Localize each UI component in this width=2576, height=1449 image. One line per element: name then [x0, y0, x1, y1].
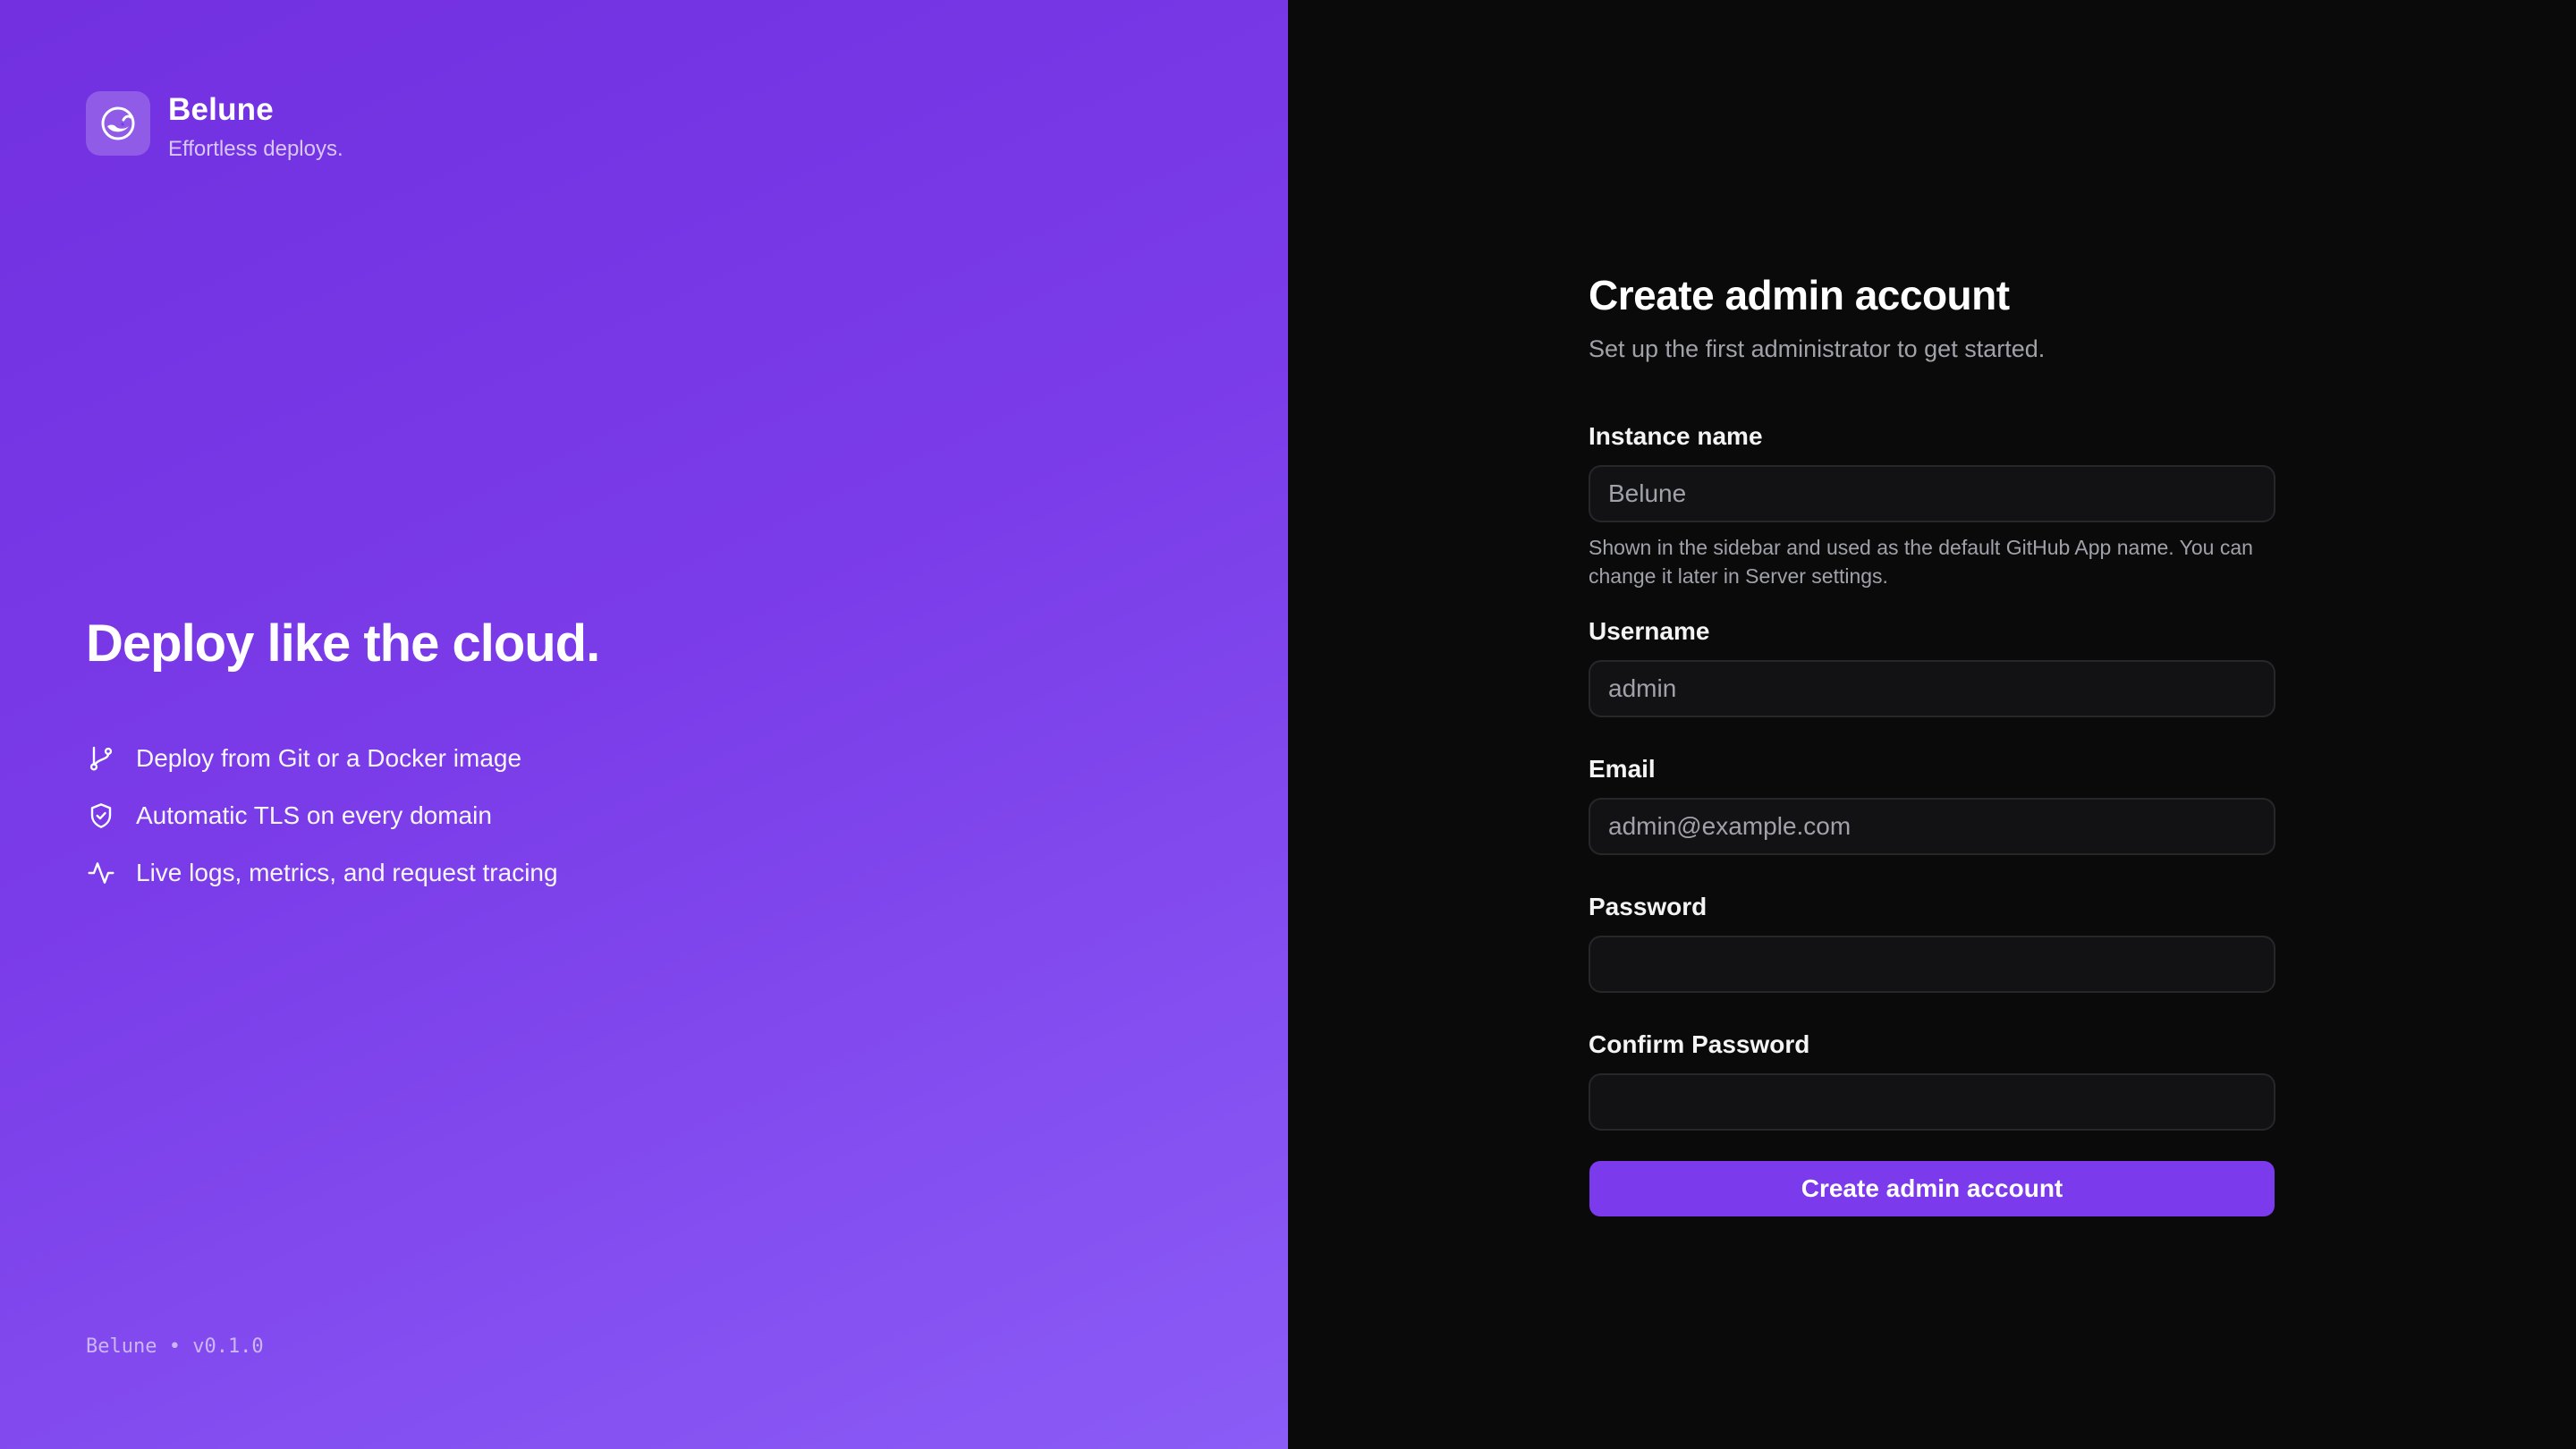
username-label: Username — [1589, 617, 1710, 645]
feature-label: Automatic TLS on every domain — [136, 801, 492, 829]
field-email: Email — [1589, 753, 2275, 855]
email-input[interactable] — [1589, 798, 2275, 855]
field-confirm-password: Confirm Password — [1589, 1029, 2275, 1131]
password-label: Password — [1589, 893, 1707, 920]
feature-item-git: Deploy from Git or a Docker image — [86, 730, 599, 787]
confirm-password-label: Confirm Password — [1589, 1030, 1810, 1058]
whale-moon-icon — [86, 91, 150, 156]
git-branch-icon — [86, 743, 116, 774]
form-title: Create admin account — [1589, 272, 2010, 318]
setup-page: Belune Effortless deploys. Deploy like t… — [0, 0, 2576, 1449]
brand-name: Belune — [168, 92, 274, 127]
admin-setup-form: Create admin account Set up the first ad… — [1589, 268, 2275, 1216]
brand-header: Belune Effortless deploys. — [86, 91, 343, 163]
brand-tagline: Effortless deploys. — [168, 137, 343, 161]
feature-item-logs: Live logs, metrics, and request tracing — [86, 844, 599, 902]
instance-name-hint: Shown in the sidebar and used as the def… — [1589, 536, 2253, 588]
feature-label: Deploy from Git or a Docker image — [136, 744, 522, 772]
confirm-password-input[interactable] — [1589, 1073, 2275, 1131]
shield-check-icon — [86, 801, 116, 831]
email-label: Email — [1589, 755, 1656, 783]
password-input[interactable] — [1589, 936, 2275, 993]
feature-label: Live logs, metrics, and request tracing — [136, 859, 558, 886]
instance-name-label: Instance name — [1589, 422, 1763, 450]
username-input[interactable] — [1589, 660, 2275, 717]
brand-text: Belune Effortless deploys. — [168, 91, 343, 163]
form-panel: Create admin account Set up the first ad… — [1288, 0, 2576, 1449]
field-instance-name: Instance name Shown in the sidebar and u… — [1589, 420, 2275, 590]
form-subtitle: Set up the first administrator to get st… — [1589, 335, 2046, 362]
instance-name-input[interactable] — [1589, 465, 2275, 522]
field-password: Password — [1589, 891, 2275, 993]
activity-pulse-icon — [86, 858, 116, 888]
brand-panel: Belune Effortless deploys. Deploy like t… — [0, 0, 1288, 1449]
feature-item-tls: Automatic TLS on every domain — [86, 787, 599, 844]
create-admin-button[interactable]: Create admin account — [1589, 1161, 2275, 1216]
version-label: Belune • v0.1.0 — [86, 1335, 264, 1358]
hero-title: Deploy like the cloud. — [86, 614, 600, 673]
hero: Deploy like the cloud. Deploy from Git o… — [86, 608, 600, 916]
feature-list: Deploy from Git or a Docker image Automa… — [86, 730, 599, 902]
field-username: Username — [1589, 615, 2275, 717]
